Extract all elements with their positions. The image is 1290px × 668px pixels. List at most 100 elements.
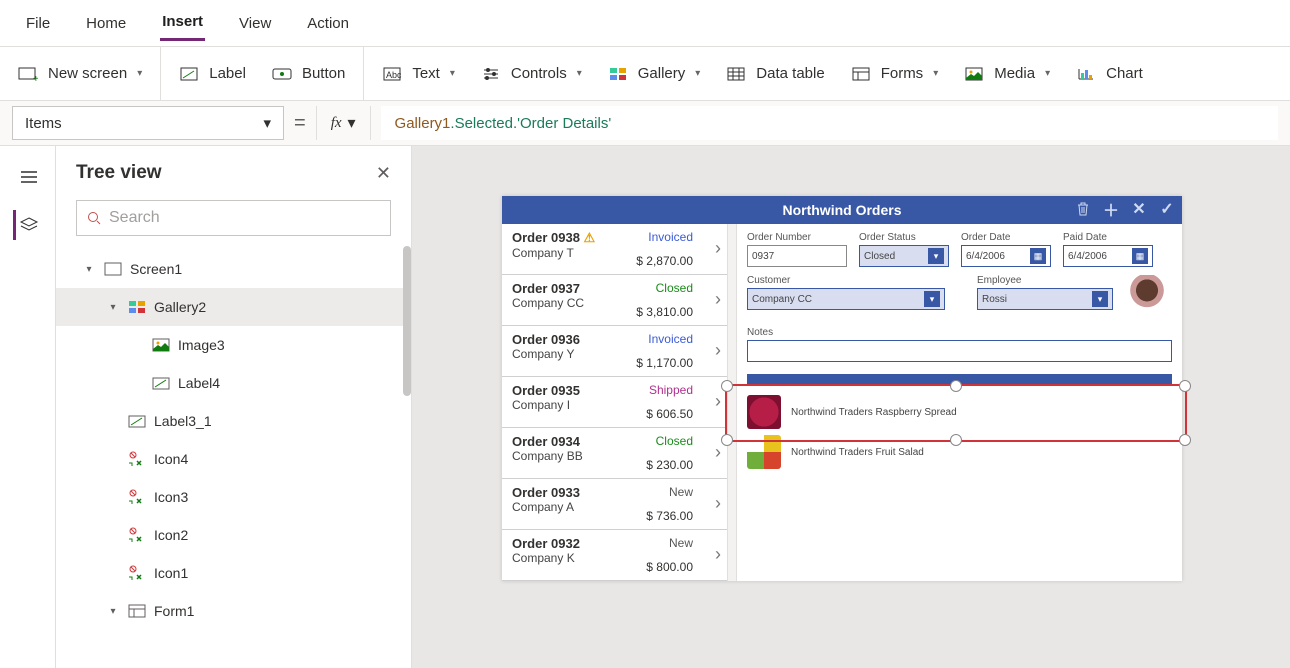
order-row[interactable]: Order 0933Company ANew$ 736.00›: [502, 479, 727, 530]
tree-node-label3_1[interactable]: Label3_1: [56, 402, 411, 440]
order-row[interactable]: Order 0934Company BBClosed$ 230.00›: [502, 428, 727, 479]
app-title: Northwind Orders: [782, 202, 901, 218]
order-detail-item[interactable]: Northwind Traders Raspberry Spread: [747, 392, 1172, 432]
app-menubar: File Home Insert View Action: [0, 0, 1290, 46]
chevron-right-icon[interactable]: ›: [715, 289, 721, 310]
tree-view-rail-button[interactable]: [13, 210, 43, 240]
tree-node-icon4[interactable]: Icon4: [56, 440, 411, 478]
menu-home[interactable]: Home: [84, 7, 128, 40]
order-status: Shipped: [649, 383, 693, 397]
order-detail-item[interactable]: Northwind Traders Fruit Salad: [747, 432, 1172, 472]
formula-bar: Items ▾ = fx ▾ Gallery1.Selected.'Order …: [0, 100, 1290, 146]
chevron-right-icon[interactable]: ›: [715, 493, 721, 514]
customer-dropdown[interactable]: Company CC▾: [747, 288, 945, 310]
chevron-right-icon[interactable]: ›: [715, 340, 721, 361]
order-date-picker[interactable]: 6/4/2006 ▦: [961, 245, 1051, 267]
menu-action[interactable]: Action: [305, 7, 351, 40]
paid-date-picker[interactable]: 6/4/2006▦: [1063, 245, 1153, 267]
data-table-button[interactable]: Data table: [726, 65, 824, 83]
orders-scrollbar[interactable]: [727, 224, 737, 581]
orders-gallery[interactable]: Order 0938 ⚠Company TInvoiced$ 2,870.00›…: [502, 224, 727, 581]
order-row[interactable]: Order 0935Company IShipped$ 606.50›: [502, 377, 727, 428]
add-icon[interactable]: ＋: [1102, 200, 1120, 218]
order-row[interactable]: Order 0932Company KNew$ 800.00›: [502, 530, 727, 581]
menu-insert[interactable]: Insert: [160, 5, 205, 41]
hamburger-button[interactable]: [13, 162, 43, 192]
cancel-icon[interactable]: ✕: [1130, 200, 1148, 218]
tree-node-form1[interactable]: ▾Form1: [56, 592, 411, 630]
text-icon: Abc: [382, 65, 402, 83]
icon-icon: [128, 451, 146, 467]
order-number-text: 0937: [752, 251, 774, 262]
chevron-right-icon[interactable]: ›: [715, 391, 721, 412]
media-menu[interactable]: Media ▾: [964, 65, 1050, 83]
gallery-menu[interactable]: Gallery ▾: [608, 65, 701, 83]
image-icon: [152, 337, 170, 353]
status-dropdown[interactable]: Closed▾: [859, 245, 949, 267]
accept-icon[interactable]: ✓: [1158, 200, 1176, 218]
tree-twisty-icon[interactable]: ▾: [82, 264, 96, 275]
forms-menu[interactable]: Forms ▾: [851, 65, 939, 83]
canvas-area[interactable]: Northwind Orders ＋ ✕ ✓ Order 0938 ⚠Compa…: [412, 146, 1290, 668]
order-number-value: 0937: [747, 245, 847, 267]
order-row[interactable]: Order 0938 ⚠Company TInvoiced$ 2,870.00›: [502, 224, 727, 275]
button-icon: [272, 65, 292, 83]
notes-input[interactable]: [747, 340, 1172, 362]
tree-node-label: Label3_1: [154, 413, 212, 429]
tree-view-panel: Tree view ✕ Search ▾Screen1▾Gallery2Imag…: [56, 146, 412, 668]
controls-menu-label: Controls: [511, 65, 567, 82]
chevron-down-icon: ▾: [1092, 291, 1108, 307]
tree-node-icon3[interactable]: Icon3: [56, 478, 411, 516]
tree-twisty-icon[interactable]: ▾: [106, 606, 120, 617]
tree-node-screen1[interactable]: ▾Screen1: [56, 250, 411, 288]
new-screen-button[interactable]: + New screen ▾: [18, 65, 142, 83]
new-screen-label: New screen: [48, 65, 127, 82]
menu-file[interactable]: File: [24, 7, 52, 40]
screen-icon: +: [18, 65, 38, 83]
tree-node-label: Icon4: [154, 451, 188, 467]
tree-twisty-icon[interactable]: ▾: [106, 302, 120, 313]
text-menu[interactable]: Abc Text ▾: [382, 65, 455, 83]
property-selector[interactable]: Items ▾: [12, 106, 284, 140]
employee-label: Employee: [977, 275, 1113, 286]
tree-node-gallery2[interactable]: ▾Gallery2: [56, 288, 411, 326]
icon-icon: [128, 489, 146, 505]
tree-node-label4[interactable]: Label4: [56, 364, 411, 402]
tree-node-image3[interactable]: Image3: [56, 326, 411, 364]
employee-dropdown[interactable]: Rossi ▾: [977, 288, 1113, 310]
calendar-icon: ▦: [1132, 248, 1148, 264]
calendar-icon: ▦: [1030, 248, 1046, 264]
tree-search-input[interactable]: Search: [76, 200, 391, 236]
controls-menu[interactable]: Controls ▾: [481, 65, 582, 83]
label-button[interactable]: Label: [179, 65, 246, 83]
employee-value: Rossi: [982, 294, 1007, 305]
chevron-right-icon[interactable]: ›: [715, 238, 721, 259]
order-detail-form: Order Number 0937 Order Status Closed▾ O…: [737, 224, 1182, 581]
order-row[interactable]: Order 0937Company CCClosed$ 3,810.00›: [502, 275, 727, 326]
ribbon: + New screen ▾ Label Button Abc Text ▾ C…: [0, 46, 1290, 100]
button-button[interactable]: Button: [272, 65, 345, 83]
app-preview: Northwind Orders ＋ ✕ ✓ Order 0938 ⚠Compa…: [502, 196, 1182, 581]
forms-icon: [851, 65, 871, 83]
order-date-label: Order Date: [961, 232, 1051, 243]
detail-separator: [747, 374, 1172, 384]
chevron-down-icon: ▾: [348, 113, 356, 133]
chevron-down-icon: ▾: [928, 248, 944, 264]
menu-view[interactable]: View: [237, 7, 273, 40]
chevron-right-icon[interactable]: ›: [715, 442, 721, 463]
scrollbar[interactable]: [403, 246, 411, 396]
chevron-right-icon[interactable]: ›: [715, 544, 721, 565]
tree-node-icon1[interactable]: Icon1: [56, 554, 411, 592]
chart-menu[interactable]: Chart: [1076, 65, 1143, 83]
fx-button[interactable]: fx ▾: [316, 106, 371, 140]
equals-icon: =: [294, 112, 306, 135]
delete-icon[interactable]: [1074, 200, 1092, 218]
tree-node-label: Image3: [178, 337, 225, 353]
tree-node-icon2[interactable]: Icon2: [56, 516, 411, 554]
order-row[interactable]: Order 0936Company YInvoiced$ 1,170.00›: [502, 326, 727, 377]
close-panel-button[interactable]: ✕: [376, 163, 391, 184]
formula-input[interactable]: Gallery1.Selected.'Order Details': [381, 106, 1278, 140]
order-date-value: 6/4/2006: [966, 251, 1005, 262]
layers-icon: [19, 217, 39, 233]
label-icon: [152, 375, 170, 391]
